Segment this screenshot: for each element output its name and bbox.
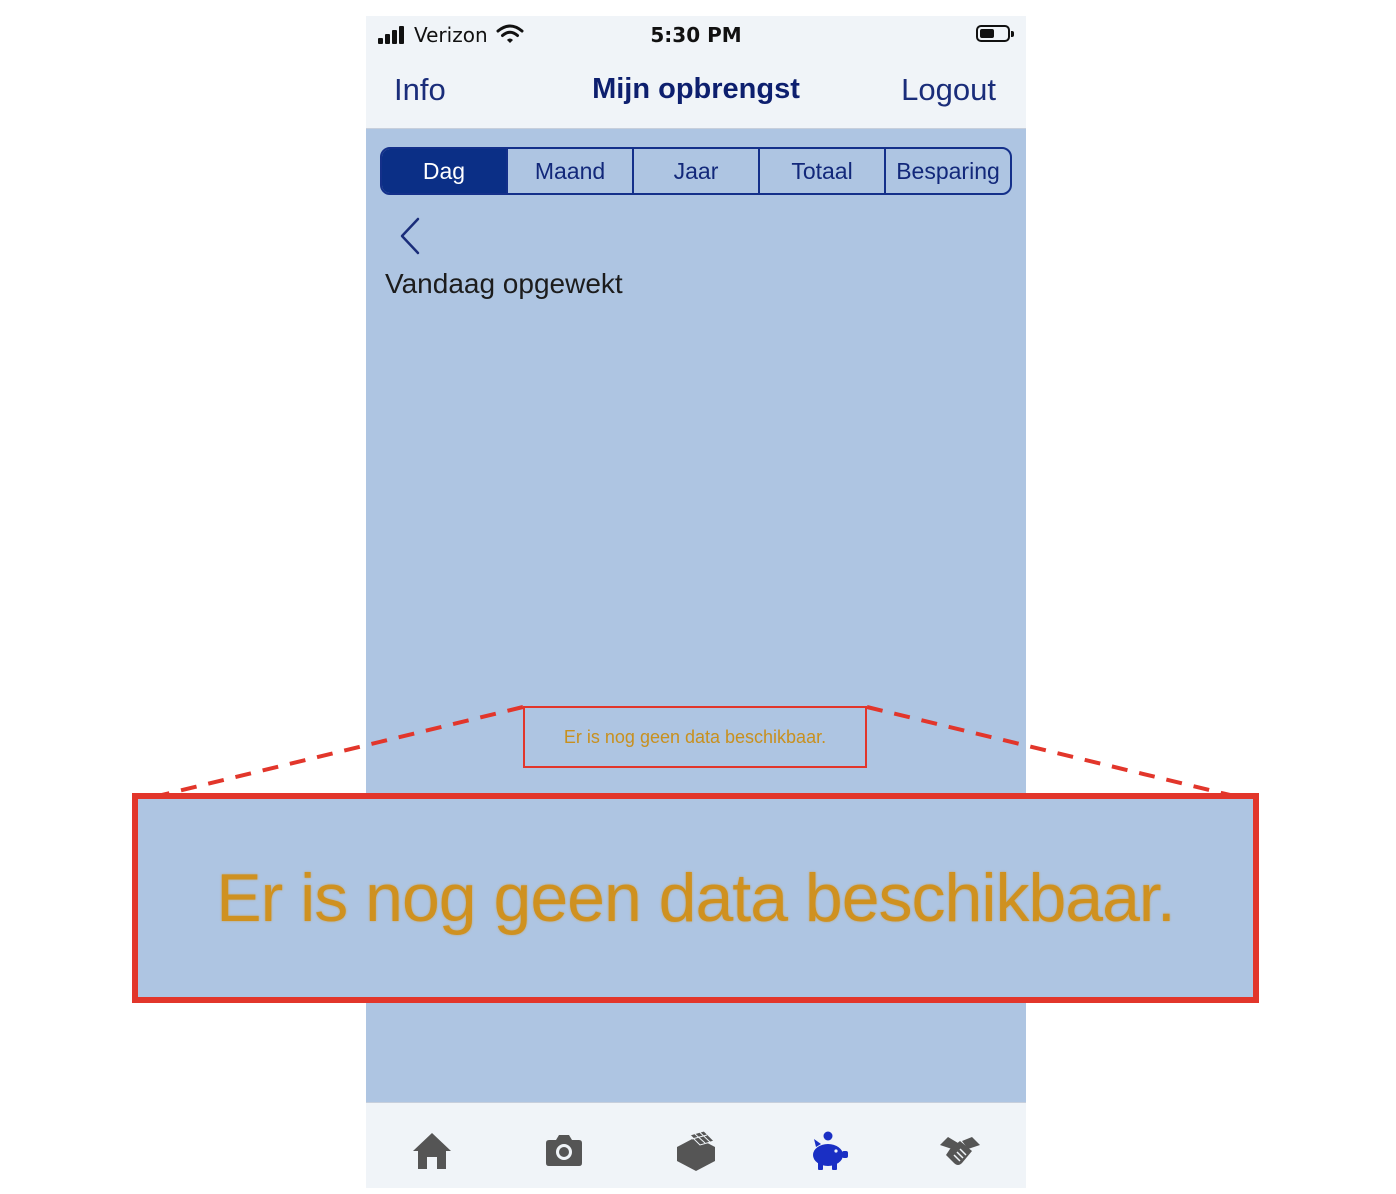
segment-dag[interactable]: Dag bbox=[382, 149, 506, 193]
zoomed-message-callout: Er is nog geen data beschikbaar. bbox=[132, 793, 1259, 1003]
battery-icon bbox=[976, 25, 1014, 42]
logout-button[interactable]: Logout bbox=[901, 72, 996, 108]
segment-besparing[interactable]: Besparing bbox=[884, 149, 1010, 193]
segment-maand[interactable]: Maand bbox=[506, 149, 632, 193]
camera-icon[interactable] bbox=[542, 1129, 586, 1173]
piggy-bank-icon[interactable] bbox=[806, 1129, 850, 1173]
status-time: 5:30 PM bbox=[650, 23, 742, 47]
zoomed-message-text: Er is nog geen data beschikbaar. bbox=[216, 860, 1175, 936]
handshake-icon[interactable] bbox=[938, 1129, 982, 1173]
empty-state-message: Er is nog geen data beschikbaar. bbox=[523, 706, 867, 768]
section-subtitle: Vandaag opgewekt bbox=[385, 268, 623, 299]
status-bar: Verizon 5:30 PM bbox=[366, 16, 1026, 56]
navigation-bar: Info Mijn opbrengst Logout bbox=[366, 56, 1026, 129]
phone-screen: Verizon 5:30 PM Info Mijn opbrengst Logo… bbox=[366, 16, 1026, 1188]
period-segmented-control: Dag Maand Jaar Totaal Besparing bbox=[380, 147, 1012, 195]
segment-totaal[interactable]: Totaal bbox=[758, 149, 884, 193]
tab-bar bbox=[366, 1102, 1026, 1188]
solar-panel-icon[interactable] bbox=[674, 1129, 718, 1173]
chevron-left-icon[interactable] bbox=[396, 216, 424, 256]
home-icon[interactable] bbox=[410, 1129, 454, 1173]
segment-jaar[interactable]: Jaar bbox=[632, 149, 758, 193]
